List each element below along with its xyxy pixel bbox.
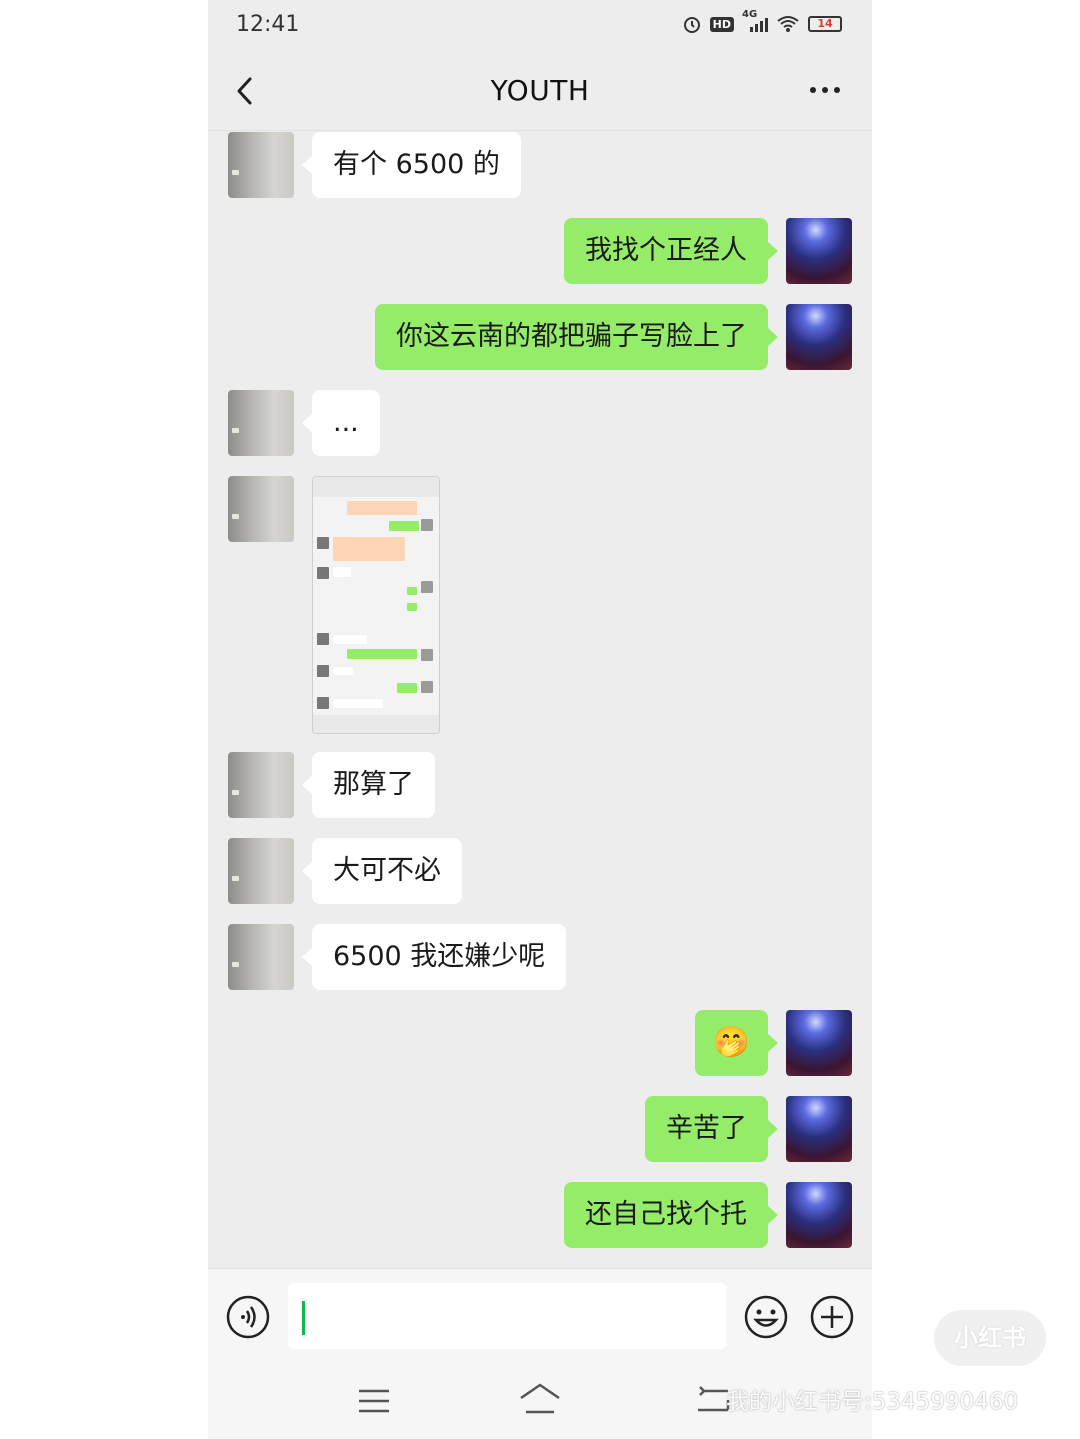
text-cursor bbox=[302, 1301, 305, 1335]
contact-avatar[interactable] bbox=[228, 132, 294, 198]
contact-avatar[interactable] bbox=[228, 476, 294, 542]
message-bubble-received[interactable]: 6500 我还嫌少呢 bbox=[301, 924, 567, 990]
hd-icon: HD bbox=[709, 16, 734, 32]
message-bubble-received[interactable]: 有个 6500 的 bbox=[302, 132, 521, 198]
contact-avatar[interactable] bbox=[228, 390, 294, 456]
battery-icon: 14 bbox=[808, 16, 842, 32]
status-bar: 12:41 HD 4G 14 bbox=[208, 0, 872, 52]
message-bubble-sent[interactable]: 辛苦了 bbox=[645, 1096, 778, 1162]
xiaohongshu-id-watermark: 我的小红书号:5345990460 bbox=[726, 1389, 1019, 1415]
contact-avatar[interactable] bbox=[228, 924, 294, 990]
chat-header: YOUTH bbox=[208, 52, 872, 131]
self-avatar[interactable] bbox=[786, 218, 852, 284]
message-bubble-received[interactable]: 大可不必 bbox=[302, 838, 462, 904]
more-options-icon[interactable] bbox=[808, 78, 842, 102]
network-type: 4G bbox=[742, 9, 758, 20]
face-with-hand-over-mouth-emoji-icon: 🤭 bbox=[712, 1025, 750, 1060]
contact-avatar[interactable] bbox=[228, 838, 294, 904]
chat-title: YOUTH bbox=[490, 74, 590, 107]
xiaohongshu-logo-watermark: 小红书 bbox=[934, 1310, 1046, 1366]
message-input[interactable] bbox=[288, 1283, 726, 1349]
self-avatar[interactable] bbox=[786, 1096, 852, 1162]
message-bubble-sent[interactable]: 我找个正经人 bbox=[564, 218, 778, 284]
message-bubble-sent[interactable]: 你这云南的都把骗子写脸上了 bbox=[375, 304, 778, 370]
battery-level: 14 bbox=[817, 17, 833, 30]
voice-input-icon[interactable] bbox=[226, 1295, 270, 1339]
image-message-thumbnail[interactable] bbox=[312, 476, 440, 734]
emoji-message-bubble[interactable]: 🤭 bbox=[694, 1010, 779, 1076]
contact-avatar[interactable] bbox=[228, 752, 294, 818]
recent-apps-menu-icon[interactable] bbox=[358, 1388, 390, 1414]
message-bubble-received[interactable]: 那算了 bbox=[302, 752, 435, 818]
wifi-icon bbox=[776, 15, 800, 33]
self-avatar[interactable] bbox=[786, 304, 852, 370]
status-time: 12:41 bbox=[236, 12, 300, 37]
cellular-signal-icon: 4G bbox=[742, 9, 768, 33]
message-bubble-sent[interactable]: 还自己找个托 bbox=[564, 1182, 778, 1248]
alarm-icon bbox=[682, 14, 702, 34]
self-avatar[interactable] bbox=[786, 1010, 852, 1076]
home-icon[interactable] bbox=[518, 1382, 562, 1416]
status-icons: HD 4G 14 bbox=[682, 9, 842, 34]
message-bubble-received[interactable]: ... bbox=[302, 390, 380, 456]
back-navigation-icon[interactable] bbox=[696, 1386, 730, 1414]
self-avatar[interactable] bbox=[786, 1182, 852, 1248]
chat-screen: 12:41 HD 4G 14 YOUTH 有个 6500 的 我找个正经人 你这… bbox=[208, 0, 872, 1439]
more-functions-plus-icon[interactable] bbox=[810, 1295, 854, 1339]
emoji-picker-icon[interactable] bbox=[744, 1295, 788, 1339]
chat-input-bar bbox=[208, 1268, 872, 1365]
